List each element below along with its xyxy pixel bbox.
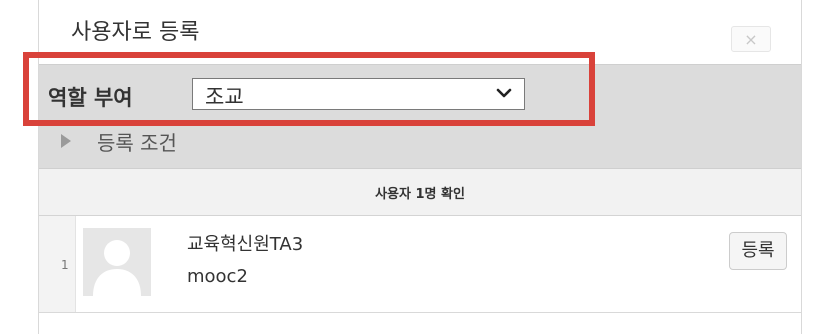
results-header: 사용자 1명 확인 bbox=[39, 169, 801, 216]
default-user-icon bbox=[83, 228, 151, 296]
assign-role-value: 조교 bbox=[205, 85, 244, 109]
enrol-users-dialog: 사용자로 등록 × 역할 부여 조교 등록 조건 사용자 1명 확인 1 교육혁… bbox=[38, 0, 802, 334]
user-fullname: 교육혁신원TA3 bbox=[187, 234, 304, 255]
assign-role-label: 역할 부여 bbox=[48, 86, 133, 110]
user-count-text: 사용자 1명 확인 bbox=[375, 187, 465, 202]
user-identifier: mooc2 bbox=[187, 266, 248, 287]
dialog-title: 사용자로 등록 bbox=[71, 20, 200, 45]
close-button[interactable]: × bbox=[731, 26, 771, 52]
enrol-user-button[interactable]: 등록 bbox=[729, 232, 787, 270]
triangle-right-icon bbox=[61, 134, 71, 148]
dialog-header: 사용자로 등록 × bbox=[39, 0, 801, 64]
row-index-cell: 1 bbox=[39, 216, 76, 312]
user-row: 1 교육혁신원TA3 mooc2 등록 bbox=[39, 216, 801, 313]
assign-role-select[interactable]: 조교 bbox=[192, 78, 525, 110]
enrol-conditions-label: 등록 조건 bbox=[97, 131, 177, 155]
chevron-down-icon bbox=[496, 88, 512, 98]
row-index: 1 bbox=[61, 258, 69, 272]
enrol-options-panel: 역할 부여 조교 등록 조건 bbox=[39, 64, 801, 169]
screen: 사용자로 등록 × 역할 부여 조교 등록 조건 사용자 1명 확인 1 교육혁… bbox=[0, 0, 820, 334]
